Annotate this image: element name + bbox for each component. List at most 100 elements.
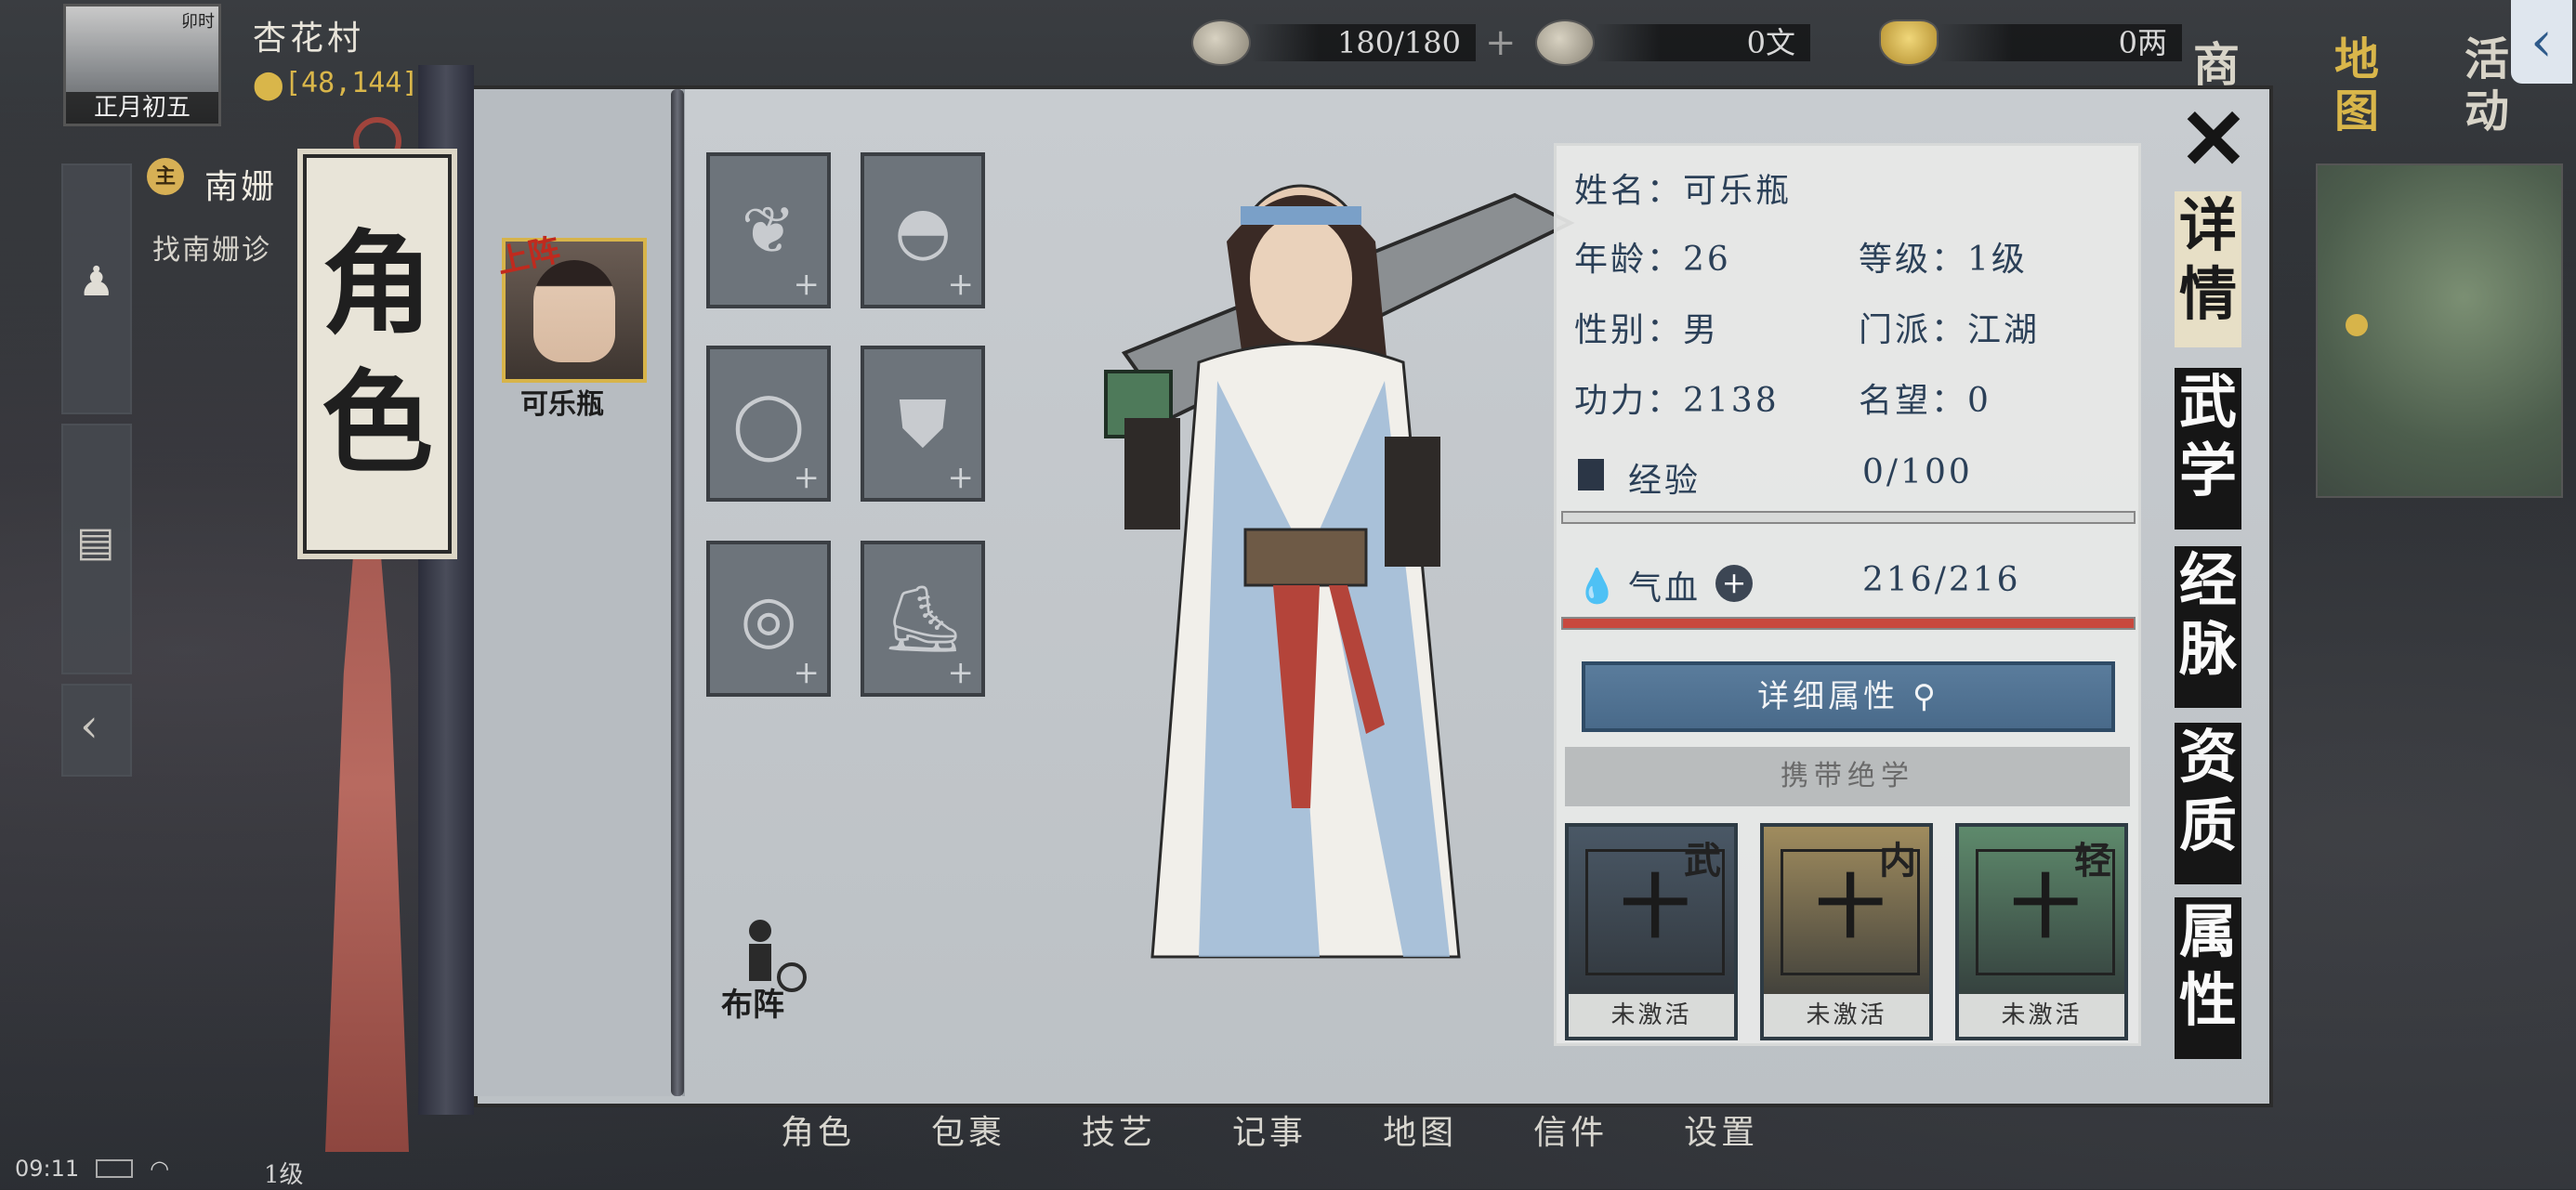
skill-kind: 轻 — [2074, 839, 2111, 883]
stat-name: 姓名：可乐瓶 — [1574, 172, 1793, 210]
hp-value: 216/216 — [1862, 561, 2021, 599]
location-pin-icon: ⬤ — [253, 69, 284, 101]
detail-button-label: 详细属性 — [1757, 678, 1899, 715]
village-name: 杏花村 — [253, 20, 365, 58]
tab-meridians[interactable]: 经脉 — [2175, 546, 2241, 708]
side-collapse-button[interactable]: ‹ — [61, 684, 132, 777]
time-of-day: 卯时 — [181, 12, 215, 32]
stat-power: 功力：2138 — [1574, 382, 1780, 420]
nav-skills[interactable]: 技艺 — [1082, 1105, 1156, 1154]
nav-map-bottom[interactable]: 地图 — [1383, 1105, 1457, 1154]
side-tab-quest[interactable]: ♟ — [61, 163, 132, 414]
quest-title[interactable]: 南姗 — [204, 160, 277, 208]
resource-stamina: 180/180 + — [1191, 17, 1517, 69]
tab-char: 学 — [2178, 437, 2237, 504]
carry-skills-header: 携带绝学 — [1565, 747, 2130, 806]
equip-slot-ring[interactable]: ◎ + — [706, 541, 831, 697]
equip-slot-boots[interactable]: ⛸ + — [861, 541, 985, 697]
add-hp-button[interactable]: + — [1715, 565, 1753, 602]
player-level: 1级 — [264, 1161, 304, 1189]
tab-details[interactable]: 详情 — [2175, 191, 2241, 347]
stat-age: 年龄：26 — [1574, 241, 1731, 279]
exp-book-icon — [1578, 459, 1604, 490]
add-icon: + — [947, 654, 975, 691]
nav-mail[interactable]: 信件 — [1533, 1105, 1608, 1154]
tab-char: 质 — [2178, 791, 2237, 859]
stat-fame: 名望：0 — [1859, 382, 1991, 420]
hp-label: 气血 — [1628, 569, 1702, 608]
skill-kind: 武 — [1684, 839, 1721, 883]
tab-char: 经 — [2178, 546, 2237, 614]
coin-stack-icon — [1191, 20, 1251, 66]
exp-value: 0/100 — [1862, 453, 1973, 491]
hp-bar — [1561, 617, 2136, 630]
banner-char-2: 色 — [322, 358, 433, 489]
boots-icon: ⛸ — [881, 580, 965, 657]
tab-martial-arts[interactable]: 武学 — [2175, 368, 2241, 530]
tab-char: 武 — [2178, 368, 2237, 436]
tab-aptitude[interactable]: 资质 — [2175, 723, 2241, 884]
skill-slot-martial[interactable]: 十 武 未激活 — [1565, 823, 1738, 1040]
nav-journal[interactable]: 记事 — [1232, 1105, 1307, 1154]
character-card-name: 可乐瓶 — [520, 388, 604, 421]
robe-icon: ⛊ — [898, 385, 948, 462]
skill-kind: 内 — [1879, 839, 1916, 883]
add-icon: + — [947, 266, 975, 303]
equip-slot-armor[interactable]: ⛊ + — [861, 346, 985, 502]
detailed-attributes-button[interactable]: 详细属性 ⚲ — [1582, 661, 2115, 732]
skill-slot-internal[interactable]: 十 内 未激活 — [1760, 823, 1933, 1040]
date-label: 正月初五 — [66, 92, 218, 124]
exp-label: 经验 — [1628, 462, 1702, 500]
equip-slot-hat[interactable]: ◓ + — [861, 152, 985, 308]
equip-slot-necklace[interactable]: ◯ + — [706, 346, 831, 502]
hp-bar-fill — [1563, 619, 2134, 628]
shoulder-guard-icon: ❦ — [741, 192, 796, 268]
page-title-banner: 角 色 — [297, 149, 457, 559]
chevron-left-icon: ‹ — [80, 699, 99, 752]
tab-char: 情 — [2178, 260, 2237, 328]
nav-role[interactable]: 角色 — [781, 1105, 855, 1154]
quest-description[interactable]: 找南姗诊 — [152, 227, 271, 268]
formation-label: 布阵 — [721, 987, 784, 1024]
add-icon: + — [947, 459, 975, 496]
close-icon[interactable]: ✕ — [2175, 98, 2253, 181]
nav-activity[interactable]: 活动 — [2464, 33, 2517, 137]
hero-illustration — [1104, 184, 1575, 959]
banner-char-1: 角 — [322, 218, 433, 349]
nav-map[interactable]: 地图 — [2334, 33, 2386, 137]
stat-gender: 性别：男 — [1574, 311, 1720, 349]
ingot-icon — [1879, 20, 1939, 66]
skill-state: 未激活 — [1959, 994, 2124, 1037]
player-marker-icon — [2346, 314, 2368, 336]
tab-char: 性 — [2178, 966, 2237, 1034]
add-icon: + — [793, 459, 821, 496]
figure-icon: ♟ — [78, 258, 115, 306]
stat-sect: 门派：江湖 — [1859, 311, 2041, 349]
location-thumbnail[interactable]: 卯时 正月初五 — [63, 4, 221, 126]
resource-copper: 0文 — [1535, 17, 1810, 69]
minimap[interactable] — [2316, 163, 2563, 498]
stamina-value: 180/180 — [1251, 24, 1476, 61]
side-tab-log[interactable]: ▤ — [61, 424, 132, 674]
tab-char: 资 — [2178, 723, 2237, 791]
tab-char: 详 — [2178, 191, 2237, 259]
nav-settings[interactable]: 设置 — [1684, 1105, 1758, 1154]
skill-slot-lightness[interactable]: 十 轻 未激活 — [1955, 823, 2128, 1040]
copper-value: 0文 — [1595, 24, 1810, 61]
stat-level: 等级：1级 — [1859, 241, 2028, 279]
clock: 09:11 — [15, 1156, 80, 1182]
battery-icon — [96, 1159, 134, 1178]
silver-value: 0两 — [1939, 24, 2182, 61]
add-stamina-button[interactable]: + — [1485, 21, 1517, 64]
nav-bag[interactable]: 包裹 — [931, 1105, 1005, 1154]
tab-attributes[interactable]: 属性 — [2175, 897, 2241, 1059]
exp-bar — [1561, 511, 2136, 524]
skill-state: 未激活 — [1569, 994, 1734, 1037]
equip-slot-shoulder[interactable]: ❦ + — [706, 152, 831, 308]
skill-state: 未激活 — [1764, 994, 1929, 1037]
add-icon: + — [793, 266, 821, 303]
collapse-arrow-icon[interactable]: ‹ — [2511, 0, 2572, 84]
character-portrait — [533, 260, 615, 362]
tab-char: 属 — [2178, 897, 2237, 965]
straw-hat-icon: ◓ — [894, 192, 952, 268]
